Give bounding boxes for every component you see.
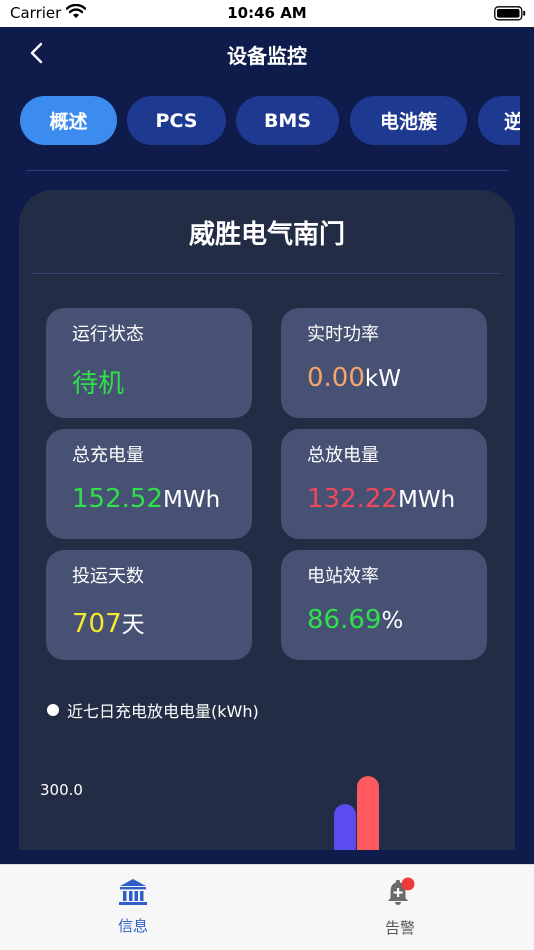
realtime-power-unit: kW	[364, 366, 401, 392]
tab-label: 逆	[504, 111, 520, 133]
device-tabs: 概述 PCS BMS 电池簇 逆	[20, 96, 520, 148]
stat-label: 总放电量	[307, 445, 379, 466]
y-tick-label: 300.0	[40, 781, 83, 799]
stat-days-in-operation: 投运天数 707天	[46, 550, 252, 660]
stat-label: 运行状态	[72, 324, 144, 345]
tab-overview[interactable]: 概述	[20, 96, 117, 145]
stat-value: 待机	[72, 363, 124, 400]
bottom-tab-info[interactable]: 信息	[73, 877, 193, 936]
bar-discharge	[357, 776, 379, 850]
stat-label: 总充电量	[72, 445, 144, 466]
station-efficiency-unit: %	[381, 608, 404, 634]
stat-value: 152.52MWh	[72, 484, 220, 514]
tab-label: 概述	[49, 111, 88, 133]
stat-value: 707天	[72, 605, 145, 639]
legend-dot	[47, 704, 59, 716]
stat-total-discharge: 总放电量 132.22MWh	[281, 429, 487, 539]
tab-bms[interactable]: BMS	[236, 96, 339, 145]
total-discharge-unit: MWh	[397, 487, 456, 513]
station-efficiency-value: 86.69	[307, 605, 382, 635]
tab-label: 电池簇	[379, 111, 437, 133]
realtime-power-value: 0.00	[307, 363, 365, 393]
stat-label: 投运天数	[72, 566, 144, 587]
chart-legend: 近七日充电放电电量(kWh)	[47, 698, 259, 722]
battery-icon	[494, 6, 526, 21]
chart-title: 近七日充电放电电量(kWh)	[67, 702, 259, 721]
bottom-tab-bar: 信息 告警	[0, 864, 534, 950]
total-charge-value: 152.52	[72, 484, 163, 514]
stat-realtime-power: 实时功率 0.00kW	[281, 308, 487, 418]
days-in-operation-unit: 天	[121, 612, 145, 638]
status-bar: Carrier 10:46 AM	[0, 0, 534, 27]
card-divider	[33, 273, 501, 274]
tabs-divider	[26, 170, 508, 171]
station-name: 威胜电气南门	[188, 220, 345, 250]
clock-time: 10:46 AM	[227, 4, 307, 22]
station-card: 威胜电气南门 运行状态 待机 实时功率 0.00kW 总充电量 152.52MW…	[19, 190, 515, 850]
stat-label: 实时功率	[307, 324, 379, 345]
total-discharge-value: 132.22	[307, 484, 398, 514]
bottom-tab-label: 告警	[384, 919, 415, 937]
page-title: 设备监控	[227, 44, 307, 68]
days-in-operation-value: 707	[72, 609, 122, 639]
stat-value: 0.00kW	[307, 363, 401, 393]
stat-run-status: 运行状态 待机	[46, 308, 252, 418]
bar-charge	[334, 804, 356, 850]
stat-value: 132.22MWh	[307, 484, 455, 514]
stat-value: 86.69%	[307, 605, 403, 635]
stat-total-charge: 总充电量 152.52MWh	[46, 429, 252, 539]
charge-discharge-chart: 300.0	[40, 776, 379, 850]
total-charge-unit: MWh	[162, 487, 221, 513]
bell-alert-icon	[384, 877, 416, 913]
bank-icon	[118, 879, 148, 911]
tab-battery-cluster[interactable]: 电池簇	[350, 96, 467, 145]
navigation-bar: 设备监控	[0, 27, 534, 79]
stat-label: 电站效率	[307, 566, 379, 587]
stat-station-efficiency: 电站效率 86.69%	[281, 550, 487, 660]
tab-label: PCS	[155, 109, 198, 132]
tab-label: BMS	[263, 109, 312, 132]
run-status-value: 待机	[72, 369, 125, 399]
tab-inverter[interactable]: 逆	[478, 96, 520, 145]
bottom-tab-label: 信息	[117, 917, 148, 935]
tab-pcs[interactable]: PCS	[127, 96, 226, 145]
bottom-tab-alarm[interactable]: 告警	[340, 877, 460, 938]
